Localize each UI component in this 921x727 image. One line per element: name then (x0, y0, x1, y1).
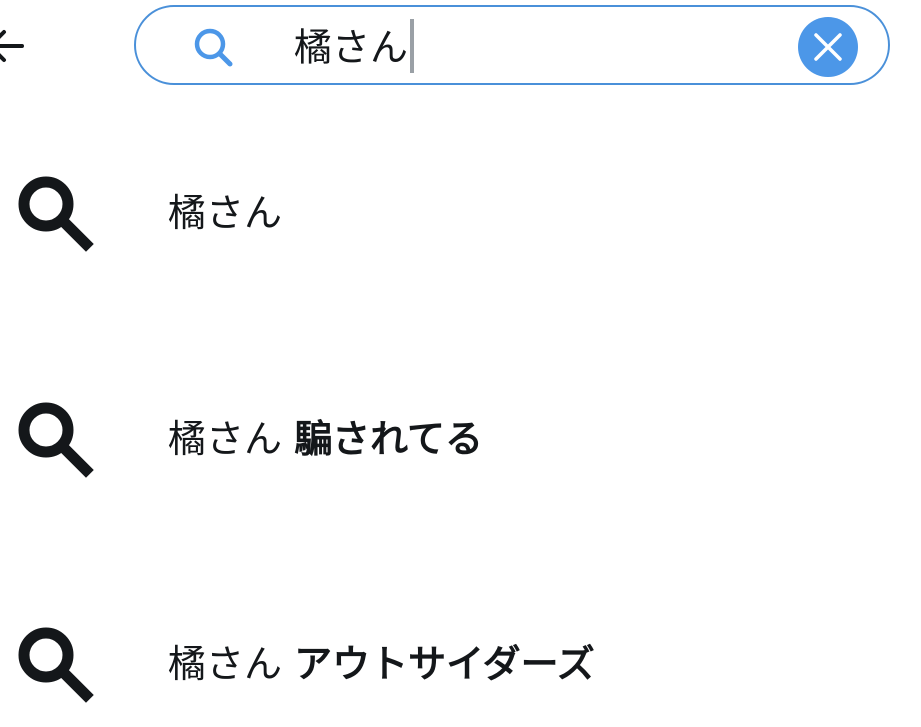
text-caret (410, 19, 415, 73)
search-query-text[interactable]: 橘さん (294, 19, 415, 73)
search-query-value: 橘さん (294, 25, 409, 70)
search-input[interactable]: 橘さん (134, 5, 890, 85)
search-icon (12, 621, 94, 703)
suggestion-prefix: 橘さん (168, 191, 283, 235)
search-suggestion-item[interactable]: 橘さん 騙されてる (0, 386, 921, 506)
suggestion-completion: 騙されてる (294, 417, 483, 461)
back-arrow-icon[interactable] (0, 24, 26, 68)
suggestion-text: 橘さん (168, 188, 282, 238)
search-icon (12, 396, 94, 478)
suggestion-text: 橘さん 騙されてる (168, 414, 483, 464)
suggestion-prefix: 橘さん (168, 417, 283, 461)
clear-search-button[interactable] (798, 17, 858, 77)
search-icon (190, 24, 238, 72)
suggestion-prefix: 橘さん (168, 642, 283, 686)
suggestion-text: 橘さん アウトサイダーズ (168, 639, 595, 689)
suggestion-completion: アウトサイダーズ (294, 642, 595, 686)
search-suggestion-item[interactable]: 橘さん アウトサイダーズ (0, 611, 921, 727)
close-icon (814, 33, 842, 61)
search-header: 橘さん (0, 0, 921, 96)
search-page: 橘さん 橘さん 橘さん 騙されてる 橘さん アウトサイダーズ (0, 0, 921, 727)
search-suggestion-item[interactable]: 橘さん (0, 160, 921, 280)
search-icon (12, 170, 94, 252)
